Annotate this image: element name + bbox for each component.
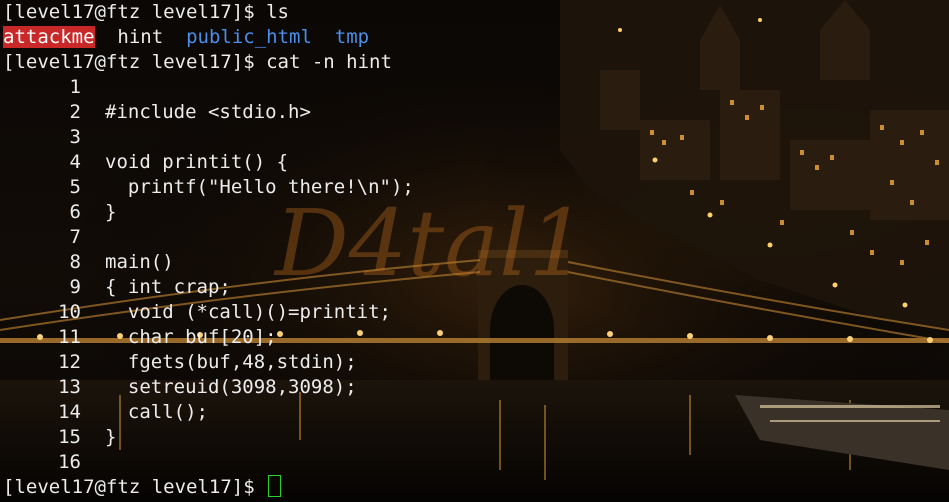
line-number: 12: [58, 351, 81, 373]
code-text: }: [105, 201, 117, 223]
code-line: 16: [3, 450, 943, 475]
line-number: 5: [69, 176, 81, 198]
line-number: 6: [69, 201, 81, 223]
command-text: ls: [266, 1, 289, 23]
code-text: { int crap;: [105, 276, 231, 298]
line-number: 3: [69, 126, 81, 148]
shell-prompt: [level17@ftz level17]$: [3, 476, 267, 498]
line-number: 7: [69, 226, 81, 248]
code-text: fgets(buf,48,stdin);: [105, 351, 357, 373]
code-line: 8 main(): [3, 250, 943, 275]
code-text: char buf[20];: [105, 326, 277, 348]
code-text: call();: [105, 401, 208, 423]
terminal-window[interactable]: [level17@ftz level17]$ ls attackme hint …: [3, 0, 943, 500]
terminal-line-current-prompt[interactable]: [level17@ftz level17]$: [3, 475, 943, 500]
line-number: 13: [58, 376, 81, 398]
ls-entry-directory: public_html: [186, 26, 312, 48]
ls-entry-file: hint: [117, 26, 164, 48]
code-line: 14 call();: [3, 400, 943, 425]
line-number: 9: [69, 276, 81, 298]
code-text: #include <stdio.h>: [105, 101, 311, 123]
code-text: printf("Hello there!\n");: [105, 176, 414, 198]
line-number: 4: [69, 151, 81, 173]
terminal-line-cat-command: [level17@ftz level17]$ cat -n hint: [3, 50, 943, 75]
ls-entry-directory: tmp: [334, 26, 370, 48]
code-line: 3: [3, 125, 943, 150]
code-line: 5 printf("Hello there!\n");: [3, 175, 943, 200]
code-text: void (*call)()=printit;: [105, 301, 391, 323]
line-number: 8: [69, 251, 81, 273]
line-number: 2: [69, 101, 81, 123]
line-number: 11: [58, 326, 81, 348]
terminal-line-ls-command: [level17@ftz level17]$ ls: [3, 0, 943, 25]
shell-prompt: [level17@ftz level17]$: [3, 51, 267, 73]
code-line: 7: [3, 225, 943, 250]
shell-prompt: [level17@ftz level17]$: [3, 1, 267, 23]
line-number: 16: [58, 451, 81, 473]
code-line: 1: [3, 75, 943, 100]
code-text: void printit() {: [105, 151, 289, 173]
code-line: 13 setreuid(3098,3098);: [3, 375, 943, 400]
code-line: 10 void (*call)()=printit;: [3, 300, 943, 325]
line-number: 15: [58, 426, 81, 448]
code-line: 12 fgets(buf,48,stdin);: [3, 350, 943, 375]
ls-output-line: attackme hint public_html tmp: [3, 25, 943, 50]
code-line: 6}: [3, 200, 943, 225]
ls-entry-executable: attackme: [3, 26, 95, 48]
line-number: 1: [69, 76, 81, 98]
terminal-cursor[interactable]: [268, 475, 282, 497]
code-line: 9 { int crap;: [3, 275, 943, 300]
command-text: cat -n hint: [266, 51, 392, 73]
line-number: 14: [58, 401, 81, 423]
line-number: 10: [58, 301, 81, 323]
cat-output-block: 1 2 #include <stdio.h> 3 4 void printit() {5 …: [3, 75, 943, 475]
code-line: 11 char buf[20];: [3, 325, 943, 350]
code-text: }: [105, 426, 117, 448]
code-text: setreuid(3098,3098);: [105, 376, 357, 398]
code-line: 2 #include <stdio.h>: [3, 100, 943, 125]
code-line: 15}: [3, 425, 943, 450]
code-text: main(): [105, 251, 174, 273]
code-line: 4 void printit() {: [3, 150, 943, 175]
